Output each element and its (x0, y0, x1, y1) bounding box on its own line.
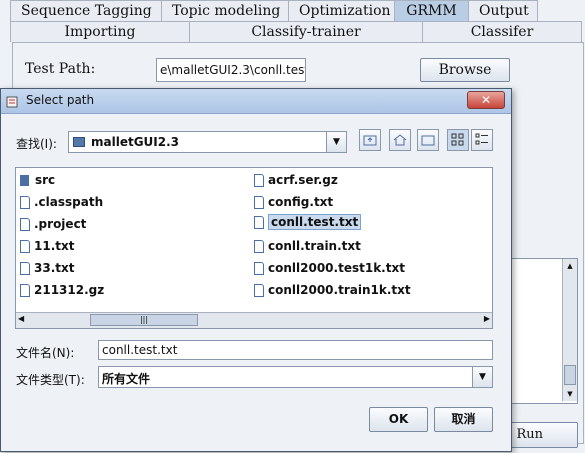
file-icon (254, 215, 264, 229)
file-icon (254, 283, 264, 297)
file-item[interactable]: 11.txt (20, 237, 74, 255)
details-view-button[interactable] (471, 129, 493, 151)
tab-output[interactable]: Output (468, 0, 538, 21)
chevron-down-icon[interactable]: ▼ (326, 132, 346, 152)
file-icon (20, 239, 30, 253)
file-icon (254, 195, 264, 209)
file-icon (254, 173, 264, 187)
file-item[interactable]: 33.txt (20, 259, 74, 277)
filetype-combo[interactable]: 所有文件 ▼ (98, 366, 493, 388)
file-name: conll.test.txt (268, 214, 362, 230)
horizontal-scrollbar[interactable]: ◀ ||| ▶ (16, 312, 492, 328)
scroll-right-icon[interactable]: ▶ (484, 314, 490, 323)
home-button[interactable] (389, 129, 411, 151)
tab-grmm[interactable]: GRMM (394, 0, 469, 21)
file-name: 11.txt (34, 239, 75, 253)
file-item[interactable]: acrf.ser.gz (254, 171, 338, 189)
close-button[interactable]: ✕ (467, 91, 505, 109)
details-view-icon (475, 133, 488, 145)
dialog-title: Select path (26, 93, 95, 107)
file-item[interactable]: 211312.gz (20, 281, 104, 299)
test-path-field[interactable]: e\malletGUI2.3\conll.test.txt (156, 58, 306, 82)
up-one-level-button[interactable] (359, 129, 381, 151)
cancel-button[interactable]: 取消 (434, 407, 493, 432)
lookin-label: 查找(I): (16, 137, 57, 151)
file-name: 211312.gz (34, 283, 105, 297)
browse-button[interactable]: Browse (420, 58, 510, 82)
scroll-left-icon[interactable]: ◀ (18, 314, 24, 323)
scroll-thumb[interactable]: ||| (90, 314, 198, 326)
file-item-selected[interactable]: conll.test.txt (254, 213, 362, 231)
scroll-thumb[interactable] (564, 365, 576, 385)
file-name: src (35, 173, 56, 187)
java-app-icon (6, 94, 20, 108)
filename-field[interactable]: conll.test.txt (98, 340, 493, 360)
file-name: conll2000.test1k.txt (268, 261, 405, 275)
file-item[interactable]: src (20, 171, 55, 189)
filename-label: 文件名(N): (16, 346, 75, 360)
close-icon: ✕ (480, 93, 492, 107)
file-name: .project (34, 217, 87, 231)
file-name: conll2000.train1k.txt (268, 283, 411, 297)
tab-classify-trainer[interactable]: Classify-trainer (189, 21, 423, 42)
file-item[interactable]: .classpath (20, 193, 103, 211)
lookin-value: malletGUI2.3 (91, 135, 180, 149)
tab-optimization[interactable]: Optimization (288, 0, 395, 21)
scroll-down-icon[interactable]: ▼ (563, 387, 577, 401)
filetype-label: 文件类型(T): (16, 373, 85, 387)
file-item[interactable]: conll2000.test1k.txt (254, 259, 405, 277)
file-name: .classpath (34, 195, 104, 209)
tab-importing[interactable]: Importing (10, 21, 190, 42)
lookin-combo[interactable]: malletGUI2.3 ▼ (68, 131, 347, 153)
file-item[interactable]: config.txt (254, 193, 333, 211)
list-view-icon (451, 133, 464, 146)
file-list[interactable]: src .classpath .project 11.txt 33.txt 21… (15, 167, 493, 329)
test-path-label: Test Path: (25, 61, 96, 77)
file-icon (20, 195, 30, 209)
file-icon (20, 283, 30, 297)
folder-icon (73, 137, 85, 147)
file-name: acrf.ser.gz (268, 173, 338, 187)
list-view-button[interactable] (447, 129, 469, 151)
main-tabs: Sequence Tagging Topic modeling Optimiza… (10, 0, 538, 22)
tab-topic-modeling[interactable]: Topic modeling (161, 0, 289, 21)
new-folder-icon (421, 135, 435, 146)
up-folder-icon (363, 135, 377, 146)
sub-tabs: Importing Classify-trainer Classifer (10, 21, 582, 43)
tab-sequence-tagging[interactable]: Sequence Tagging (10, 0, 162, 21)
select-path-dialog: Select path ✕ 查找(I): malletGUI2.3 ▼ src … (0, 88, 512, 452)
file-item[interactable]: .project (20, 215, 86, 233)
tab-classifer[interactable]: Classifer (422, 21, 582, 42)
file-icon (254, 261, 264, 275)
file-item[interactable]: conll.train.txt (254, 237, 361, 255)
home-icon (393, 134, 407, 146)
file-name: config.txt (268, 195, 334, 209)
filetype-value: 所有文件 (102, 372, 151, 386)
output-scrollbar[interactable]: ▲ ▼ (562, 259, 577, 401)
file-name: conll.train.txt (268, 239, 361, 253)
dialog-titlebar[interactable]: Select path ✕ (1, 89, 511, 114)
new-folder-button[interactable] (417, 129, 439, 151)
ok-button[interactable]: OK (369, 407, 428, 432)
file-icon (254, 239, 264, 253)
file-icon (20, 217, 30, 231)
folder-icon (20, 174, 29, 186)
file-item[interactable]: conll2000.train1k.txt (254, 281, 411, 299)
chevron-down-icon[interactable]: ▼ (472, 367, 492, 387)
file-name: 33.txt (34, 261, 75, 275)
file-icon (20, 261, 30, 275)
scroll-up-icon[interactable]: ▲ (563, 259, 577, 273)
